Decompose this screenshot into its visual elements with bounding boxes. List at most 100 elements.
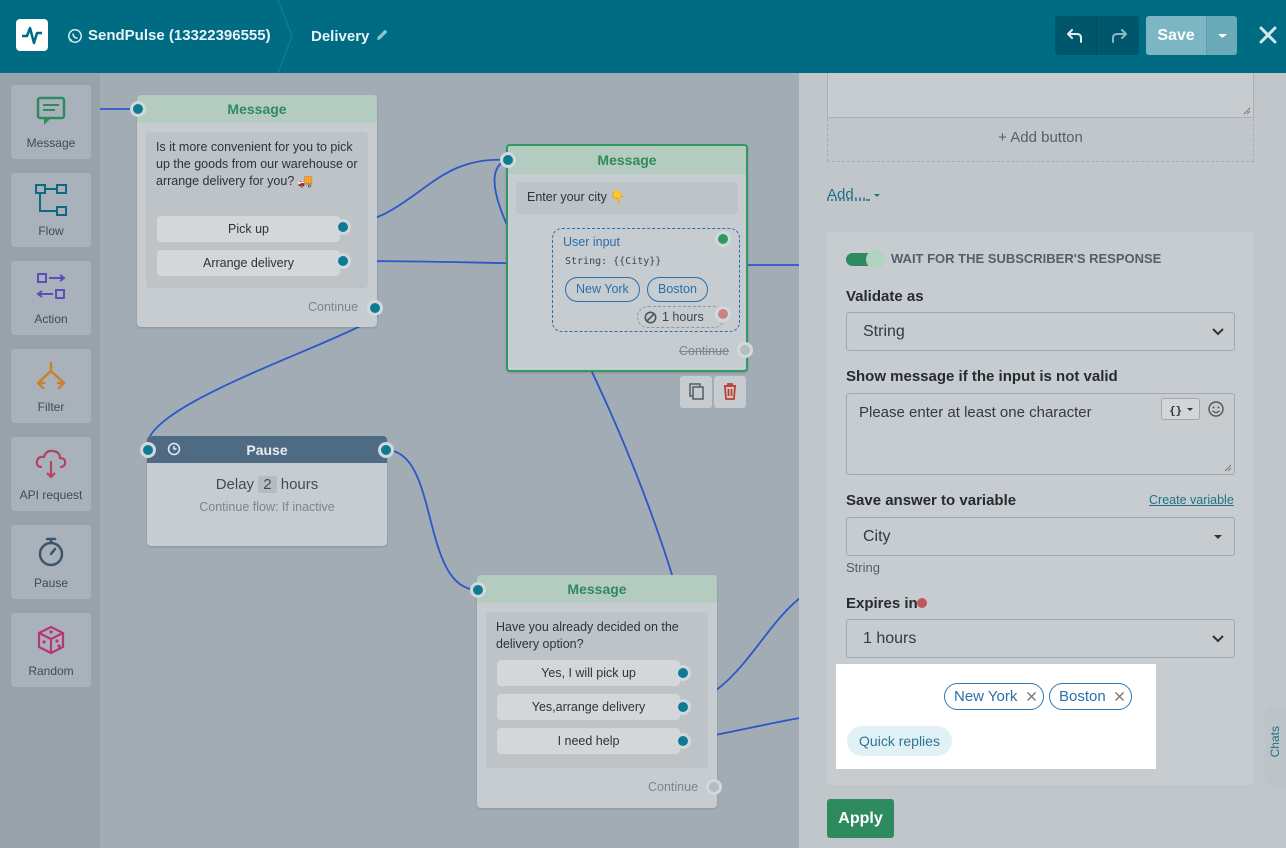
chevron-down-icon [1212, 635, 1224, 643]
save-options-button[interactable] [1206, 16, 1237, 55]
quick-reply-chip-boston[interactable]: Boston [1049, 683, 1132, 710]
user-input-title: User input [563, 235, 620, 249]
reply-button-arrange-delivery[interactable]: Arrange delivery [157, 250, 340, 276]
add-menu-label: Add... [827, 186, 867, 203]
validate-label: Validate as [846, 288, 924, 305]
tool-random-label: Random [28, 664, 74, 678]
user-input-block[interactable]: User input String: {{City}} New York Bos… [552, 228, 740, 332]
message-node-2[interactable]: Message Enter your city 👇 User input Str… [506, 144, 748, 372]
expires-label: Expires in [846, 595, 918, 612]
output-port-yes-arrange[interactable] [675, 699, 691, 715]
create-variable-link[interactable]: Create variable [1149, 493, 1234, 507]
tool-api-request[interactable]: API request [11, 437, 91, 511]
remove-icon[interactable] [1114, 691, 1125, 702]
output-port-arrange-delivery[interactable] [335, 253, 351, 269]
insert-variable-button[interactable]: {} [1161, 398, 1200, 420]
expires-port[interactable] [715, 306, 731, 322]
resize-handle-icon[interactable] [1243, 107, 1251, 115]
tool-message[interactable]: Message [11, 85, 91, 159]
wait-response-label: WAIT FOR THE SUBSCRIBER'S RESPONSE [891, 251, 1162, 266]
output-port-pick-up[interactable] [335, 219, 351, 235]
message-node-1[interactable]: Message Is it more convenient for you to… [137, 95, 377, 327]
message-textarea[interactable] [827, 73, 1254, 118]
message-icon [36, 96, 66, 125]
emoji-icon[interactable] [1207, 400, 1225, 418]
variable-select[interactable]: City [846, 517, 1235, 556]
continue-label: Continue [648, 780, 699, 794]
undo-icon [1067, 29, 1082, 43]
chevron-down-icon [1218, 34, 1227, 38]
chip-label: New York [954, 688, 1018, 705]
expires-value: 1 hours [863, 630, 917, 647]
apply-button[interactable]: Apply [827, 799, 894, 838]
breadcrumb-separator [277, 0, 293, 73]
pause-node[interactable]: Pause Delay 2 hours Continue flow: If in… [147, 436, 387, 546]
input-port[interactable] [140, 442, 156, 458]
reply-button-yes-arrange[interactable]: Yes,arrange delivery [497, 694, 680, 720]
node-title: Pause [246, 441, 288, 458]
reply-button-yes-pick-up[interactable]: Yes, I will pick up [497, 660, 680, 686]
tool-filter-label: Filter [37, 400, 65, 414]
save-variable-label: Save answer to variable [846, 492, 1017, 509]
tool-filter[interactable]: Filter [11, 349, 91, 423]
caret-down-icon [874, 194, 881, 197]
redo-icon [1112, 29, 1127, 43]
output-port-need-help[interactable] [675, 733, 691, 749]
caret-down-icon [1214, 535, 1222, 539]
expires-indicator-dot [917, 598, 927, 608]
add-button[interactable]: + Add button [827, 118, 1254, 162]
wait-response-toggle[interactable] [846, 250, 885, 269]
chip-boston: Boston [647, 277, 708, 302]
node-title: Message [477, 575, 717, 603]
input-port[interactable] [500, 152, 516, 168]
add-menu-dropdown[interactable]: Add... [827, 186, 882, 203]
quick-replies-button[interactable]: Quick replies [847, 726, 952, 756]
remove-icon[interactable] [1026, 691, 1037, 702]
tool-flow[interactable]: Flow [11, 173, 91, 247]
message-card: Have you already decided on the delivery… [486, 612, 708, 768]
variable-value: City [863, 528, 891, 545]
resize-handle-icon[interactable] [1224, 464, 1232, 472]
reply-button-pick-up[interactable]: Pick up [157, 216, 340, 242]
input-port[interactable] [470, 582, 486, 598]
filter-icon [36, 361, 66, 390]
copy-node-button[interactable] [680, 376, 712, 408]
continue-label: Continue [308, 300, 359, 314]
save-button[interactable]: Save [1146, 16, 1206, 55]
tool-api-request-label: API request [19, 488, 83, 502]
top-bar: SendPulse (13322396555) Delivery Save [0, 0, 1286, 73]
message-card: Is it more convenient for you to pick up… [146, 132, 368, 288]
delete-node-button[interactable] [714, 376, 746, 408]
delay-unit: hours [280, 476, 319, 493]
quick-reply-chip-new-york[interactable]: New York [944, 683, 1044, 710]
reply-button-need-help[interactable]: I need help [497, 728, 680, 754]
close-icon[interactable] [1257, 24, 1279, 46]
continue-port[interactable] [367, 300, 383, 316]
pencil-icon[interactable] [374, 27, 390, 43]
redo-button[interactable] [1097, 16, 1139, 55]
chats-tab[interactable]: Chats [1265, 706, 1286, 786]
undo-button[interactable] [1055, 16, 1097, 55]
svg-text:{}: {} [1169, 404, 1182, 417]
api-cloud-icon [35, 449, 67, 479]
continue-port[interactable] [737, 342, 753, 358]
stopwatch-icon [38, 537, 64, 567]
output-port[interactable] [378, 442, 394, 458]
whatsapp-icon [68, 29, 82, 43]
validate-select[interactable]: String [846, 312, 1235, 351]
continue-port[interactable] [706, 779, 722, 795]
pulse-logo-icon[interactable] [16, 19, 48, 51]
message-node-3[interactable]: Message Have you already decided on the … [477, 575, 717, 808]
bot-name[interactable]: SendPulse (13322396555) [88, 27, 271, 44]
pause-title-bar: Pause [147, 436, 387, 463]
tool-action[interactable]: Action [11, 261, 91, 335]
tool-action-label: Action [34, 312, 68, 326]
tool-pause[interactable]: Pause [11, 525, 91, 599]
input-port[interactable] [130, 101, 146, 117]
expires-text: 1 hours [662, 310, 704, 324]
output-port-yes-pick-up[interactable] [675, 665, 691, 681]
tool-random[interactable]: Random [11, 613, 91, 687]
user-input-port[interactable] [715, 231, 731, 247]
tool-flow-label: Flow [38, 224, 64, 238]
expires-select[interactable]: 1 hours [846, 619, 1235, 658]
